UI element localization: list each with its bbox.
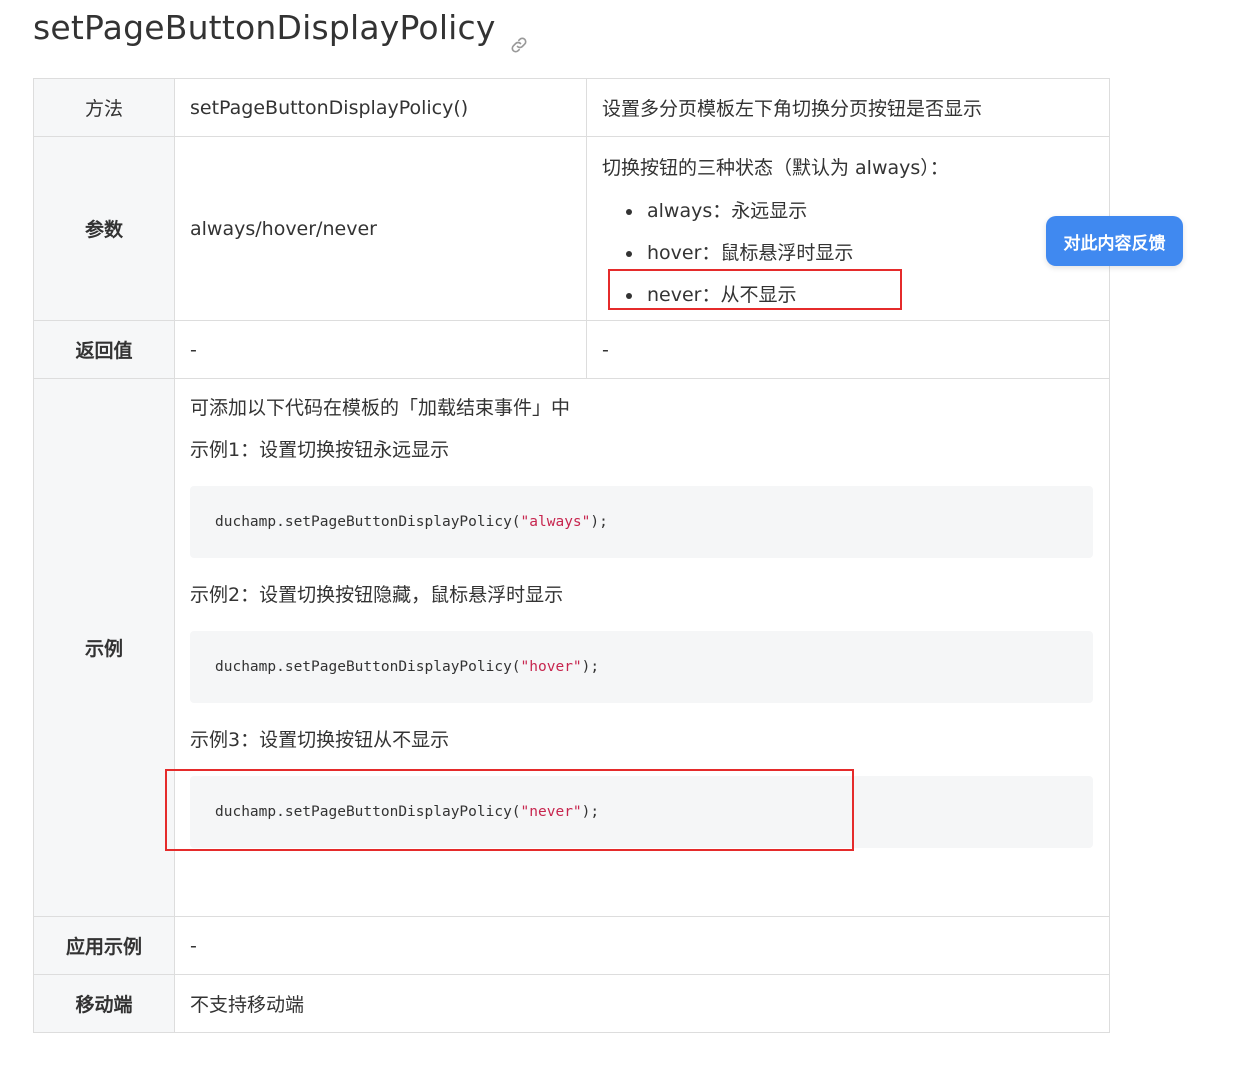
code-block-3[interactable]: duchamp.setPageButtonDisplayPolicy("neve… — [190, 776, 1093, 848]
code-2-suffix: ); — [581, 659, 600, 675]
example-content: 可添加以下代码在模板的「加载结束事件」中 示例1：设置切换按钮永远显示 duch… — [174, 378, 1110, 917]
label-app-example: 应用示例 — [33, 916, 175, 975]
method-desc: 设置多分页模板左下角切换分页按钮是否显示 — [586, 78, 1110, 137]
method-value: setPageButtonDisplayPolicy() — [174, 78, 587, 137]
code-3-arg: "never" — [520, 804, 582, 820]
page-title-text: setPageButtonDisplayPolicy — [33, 8, 496, 47]
code-block-2[interactable]: duchamp.setPageButtonDisplayPolicy("hove… — [190, 631, 1093, 703]
code-block-1[interactable]: duchamp.setPageButtonDisplayPolicy("alwa… — [190, 486, 1093, 558]
code-1-arg: "always" — [520, 514, 591, 530]
example-1-caption: 示例1：设置切换按钮永远显示 — [190, 439, 450, 461]
label-params: 参数 — [33, 136, 175, 321]
code-2-prefix: duchamp.setPageButtonDisplayPolicy( — [215, 659, 521, 675]
row-method: 方法 setPageButtonDisplayPolicy() 设置多分页模板左… — [33, 78, 1110, 137]
example-2-caption: 示例2：设置切换按钮隐藏，鼠标悬浮时显示 — [190, 584, 564, 606]
api-table: 方法 setPageButtonDisplayPolicy() 设置多分页模板左… — [33, 78, 1110, 1033]
state-always: always：永远显示 — [624, 190, 1094, 232]
code-1-prefix: duchamp.setPageButtonDisplayPolicy( — [215, 514, 521, 530]
return-desc: - — [586, 320, 1110, 379]
return-value: - — [174, 320, 587, 379]
label-return: 返回值 — [33, 320, 175, 379]
states-title: 切换按钮的三种状态（默认为 always）： — [602, 157, 949, 179]
example-intro: 可添加以下代码在模板的「加载结束事件」中 — [190, 397, 571, 419]
app-example-value: - — [174, 916, 1110, 975]
code-3-prefix: duchamp.setPageButtonDisplayPolicy( — [215, 804, 521, 820]
row-example: 示例 可添加以下代码在模板的「加载结束事件」中 示例1：设置切换按钮永远显示 d… — [33, 378, 1110, 917]
row-mobile: 移动端 不支持移动端 — [33, 974, 1110, 1033]
row-return: 返回值 - - — [33, 320, 1110, 379]
label-method: 方法 — [33, 78, 175, 137]
label-example: 示例 — [33, 378, 175, 917]
code-1-suffix: ); — [590, 514, 608, 530]
page-title: setPageButtonDisplayPolicy — [33, 8, 528, 52]
feedback-button[interactable]: 对此内容反馈 — [1046, 216, 1183, 266]
state-hover: hover：鼠标悬浮时显示 — [624, 232, 1094, 274]
example-3-caption: 示例3：设置切换按钮从不显示 — [190, 729, 450, 751]
params-value: always/hover/never — [174, 136, 587, 321]
row-params: 参数 always/hover/never 切换按钮的三种状态（默认为 alwa… — [33, 136, 1110, 321]
label-mobile: 移动端 — [33, 974, 175, 1033]
params-desc: 切换按钮的三种状态（默认为 always）： always：永远显示 hover… — [586, 136, 1110, 321]
code-3-suffix: ); — [581, 804, 600, 820]
code-2-arg: "hover" — [520, 659, 582, 675]
mobile-value: 不支持移动端 — [174, 974, 1110, 1033]
link-icon[interactable] — [510, 23, 528, 52]
states-list: always：永远显示 hover：鼠标悬浮时显示 never：从不显示 — [602, 190, 1094, 316]
state-never: never：从不显示 — [624, 274, 1094, 316]
row-app-example: 应用示例 - — [33, 916, 1110, 975]
